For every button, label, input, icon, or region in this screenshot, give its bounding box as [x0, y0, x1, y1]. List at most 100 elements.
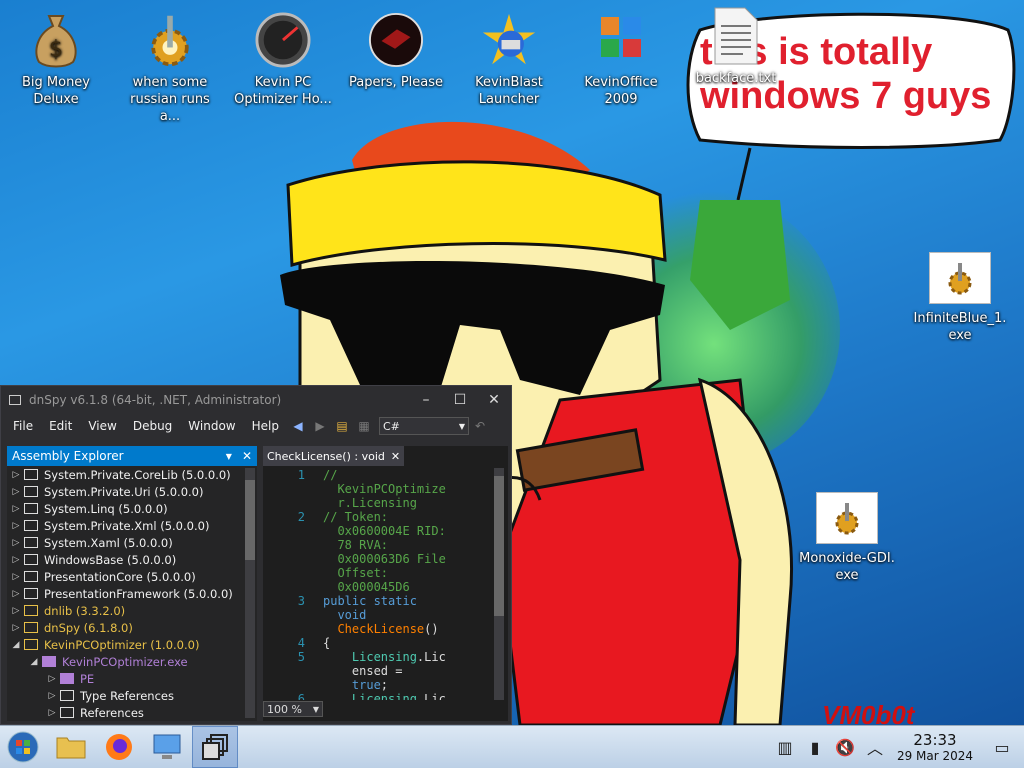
panel-close-icon[interactable]: ✕: [236, 449, 257, 463]
battery-icon[interactable]: ▮: [800, 738, 830, 757]
code-line: 1 //: [263, 468, 493, 482]
refs-icon: [60, 707, 74, 718]
maximize-button[interactable]: ☐: [443, 392, 477, 408]
menu-edit[interactable]: Edit: [41, 419, 80, 433]
clock[interactable]: 23:33 29 Mar 2024: [890, 731, 980, 763]
decompiled-code[interactable]: 1 // KevinPCOptimize r.Licensing 2 // Token…: [263, 468, 493, 700]
tree-item[interactable]: ▷ dnlib (3.3.2.0): [7, 602, 257, 619]
line-number: [263, 496, 323, 510]
speedometer-icon: [255, 12, 311, 68]
menu-file[interactable]: File: [5, 419, 41, 433]
back-icon[interactable]: ◀: [289, 417, 307, 435]
desktop-icon-russian[interactable]: when some russian runs a...: [120, 12, 220, 125]
close-button[interactable]: ✕: [477, 392, 511, 408]
desktop-icon-kevinblast[interactable]: KevinBlast Launcher: [459, 12, 559, 108]
code-token: // Token:: [323, 510, 389, 524]
collapsed-arrow-icon[interactable]: ▷: [46, 674, 58, 684]
desktop-icon-kevin-pc-optimizer[interactable]: Kevin PC Optimizer Ho...: [233, 12, 333, 108]
collapsed-arrow-icon[interactable]: ▷: [46, 708, 58, 718]
line-number: [263, 580, 323, 594]
desktop-icon-papers-please[interactable]: Papers, Please: [346, 12, 446, 91]
volume-muted-icon[interactable]: 🔇: [830, 738, 860, 757]
tree-item[interactable]: ▷ System.Xaml (5.0.0.0): [7, 534, 257, 551]
open-folder-icon[interactable]: ▤: [333, 417, 351, 435]
taskbar-control-panel[interactable]: [144, 726, 190, 768]
line-number: 4: [297, 636, 305, 650]
tree-item[interactable]: ◢ KevinPCOptimizer.exe: [7, 653, 257, 670]
chevron-down-icon: ▼: [312, 704, 319, 714]
code-token: ensed =: [323, 664, 403, 678]
network-icon[interactable]: ▥: [770, 738, 800, 757]
tree-item-label: System.Private.Uri (5.0.0.0): [44, 484, 204, 499]
language-select[interactable]: C# ▼: [378, 417, 469, 435]
code-token: {: [323, 636, 331, 650]
code-token: 0x000063D6 File: [323, 552, 446, 566]
collapsed-arrow-icon[interactable]: ▷: [10, 487, 22, 497]
menu-window[interactable]: Window: [180, 419, 243, 433]
desktop-icon-infiniteblue[interactable]: InfiniteBlue_1. exe: [910, 252, 1010, 344]
code-line: 4{: [263, 636, 493, 650]
desktop-icon-monoxide-gdi[interactable]: Monoxide-GDI. exe: [797, 492, 897, 584]
start-orb-icon: [7, 731, 39, 763]
tree-item[interactable]: ▷ Type References: [7, 687, 257, 704]
editor-scrollbar[interactable]: [494, 468, 504, 700]
tree-item[interactable]: ▷ References: [7, 704, 257, 721]
collapsed-arrow-icon[interactable]: ▷: [46, 691, 58, 701]
module-icon: [60, 673, 74, 684]
collapsed-arrow-icon[interactable]: ▷: [10, 606, 22, 616]
collapsed-arrow-icon[interactable]: ▷: [10, 470, 22, 480]
show-desktop-button[interactable]: ▭: [980, 738, 1024, 757]
tree-item[interactable]: ◢ KevinPCOptimizer (1.0.0.0): [7, 636, 257, 653]
tree-item[interactable]: ▷ System.Private.CoreLib (5.0.0.0): [7, 466, 257, 483]
line-number: [263, 622, 323, 636]
tree-item[interactable]: ▷ System.Linq (5.0.0.0): [7, 500, 257, 517]
expanded-arrow-icon[interactable]: ◢: [10, 640, 22, 650]
explorer-scrollbar[interactable]: [245, 468, 255, 718]
collapsed-arrow-icon[interactable]: ▷: [10, 504, 22, 514]
panel-menu-icon[interactable]: ▼: [226, 452, 236, 461]
tab-close-icon[interactable]: ✕: [391, 450, 400, 463]
undo-icon[interactable]: ↶: [471, 417, 489, 435]
menu-debug[interactable]: Debug: [125, 419, 180, 433]
code-token: public static: [323, 594, 417, 608]
line-number: 3: [297, 594, 305, 608]
tree-item[interactable]: ▷ System.Private.Xml (5.0.0.0): [7, 517, 257, 534]
tree-item[interactable]: ▷ PresentationCore (5.0.0.0): [7, 568, 257, 585]
minimize-button[interactable]: –: [409, 392, 443, 408]
chevron-up-icon[interactable]: ︿: [860, 735, 890, 759]
tree-item[interactable]: ▷ System.Private.Uri (5.0.0.0): [7, 483, 257, 500]
code-token: 78 RVA:: [323, 538, 389, 552]
tree-item-label: WindowsBase (5.0.0.0): [44, 552, 177, 567]
tree-item[interactable]: ▷ PE: [7, 670, 257, 687]
collapsed-arrow-icon[interactable]: ▷: [10, 521, 22, 531]
dnspy-window[interactable]: dnSpy v6.1.8 (64-bit, .NET, Administrato…: [0, 385, 512, 725]
desktop-icon-big-money-deluxe[interactable]: $ Big Money Deluxe: [6, 12, 106, 108]
tree-item[interactable]: ▷ PresentationFramework (5.0.0.0): [7, 585, 257, 602]
assembly-icon: [24, 520, 38, 531]
taskbar-dnspy[interactable]: [192, 726, 238, 768]
tree-item[interactable]: ▷ WindowsBase (5.0.0.0): [7, 551, 257, 568]
desktop-icon-kevinoffice[interactable]: KevinOffice 2009: [571, 12, 671, 108]
menu-view[interactable]: View: [80, 419, 124, 433]
start-button[interactable]: [0, 726, 46, 768]
tree-item[interactable]: ▷ dnSpy (6.1.8.0): [7, 619, 257, 636]
collapsed-arrow-icon[interactable]: ▷: [10, 538, 22, 548]
refs-icon: [60, 690, 74, 701]
collapsed-arrow-icon[interactable]: ▷: [10, 555, 22, 565]
code-token: (): [424, 622, 439, 636]
open-list-icon[interactable]: ▦: [355, 417, 373, 435]
svg-text:$: $: [49, 37, 63, 62]
expanded-arrow-icon[interactable]: ◢: [28, 657, 40, 667]
zoom-select[interactable]: 100 % ▼: [263, 701, 323, 717]
collapsed-arrow-icon[interactable]: ▷: [10, 623, 22, 633]
taskbar-firefox[interactable]: [96, 726, 142, 768]
code-line: true;: [263, 678, 493, 692]
dnspy-titlebar[interactable]: dnSpy v6.1.8 (64-bit, .NET, Administrato…: [1, 386, 511, 413]
forward-icon[interactable]: ▶: [311, 417, 329, 435]
tab-checklicense[interactable]: CheckLicense() : void ✕: [263, 446, 405, 466]
collapsed-arrow-icon[interactable]: ▷: [10, 572, 22, 582]
taskbar-file-explorer[interactable]: [48, 726, 94, 768]
desktop-icon-backface-txt[interactable]: backface.txt: [686, 7, 786, 87]
collapsed-arrow-icon[interactable]: ▷: [10, 589, 22, 599]
menu-help[interactable]: Help: [244, 419, 287, 433]
